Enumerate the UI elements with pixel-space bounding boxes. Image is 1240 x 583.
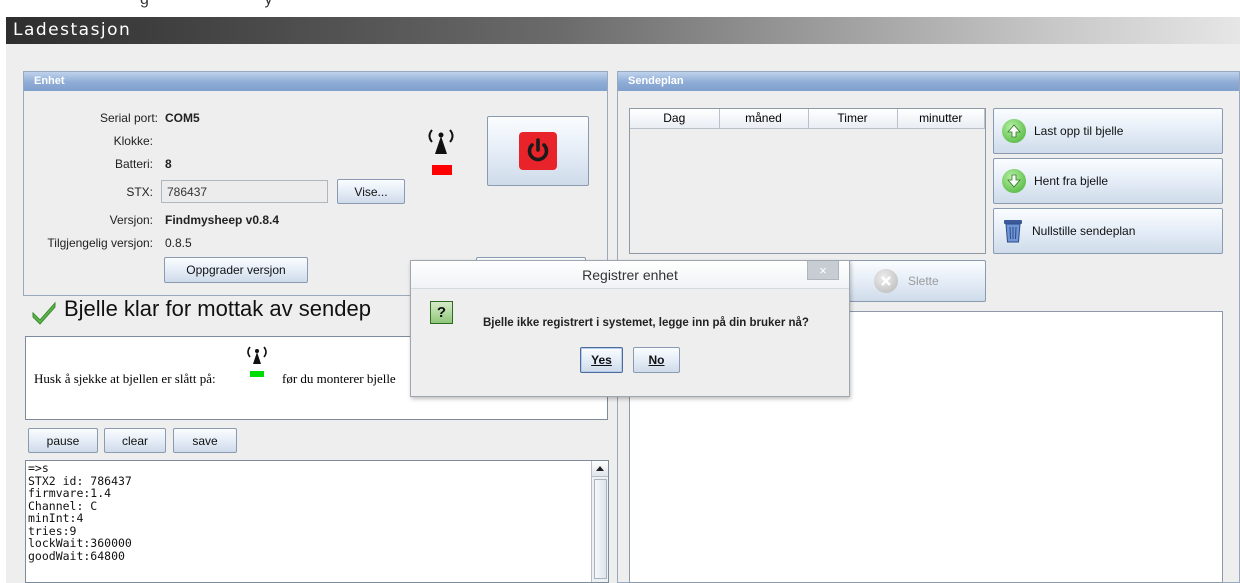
antenna-green-icon [244,344,270,384]
clipped-header-text: g y [140,0,1240,14]
checkmark-icon [30,298,58,326]
dialog-title: Registrer enhet [411,261,849,289]
table-header-row: Dag måned Timer minutter [630,109,985,129]
klokke-label: Klokke: [113,134,153,148]
log-line: firmvare:1.4 [28,486,112,500]
stx-label: STX: [126,185,153,199]
yes-button[interactable]: Yes [580,347,623,373]
upload-to-bell-button[interactable]: Last opp til bjelle [993,108,1223,154]
window-title: Ladestasjon [13,20,132,40]
arrow-down-icon [1002,169,1026,193]
fetch-from-bell-button[interactable]: Hent fra bjelle [993,158,1223,204]
hint-text-after: før du monterer bjelle [282,371,396,386]
reset-schedule-button[interactable]: Nullstille sendeplan [993,208,1223,254]
status-message: Bjelle klar for mottak av sendep [64,296,371,321]
serial-port-value: COM5 [165,111,200,125]
power-button[interactable] [487,116,589,186]
sendeplan-table[interactable]: Dag måned Timer minutter [629,108,986,254]
log-area[interactable]: =>s STX2 id: 786437 firmvare:1.4 Channel… [25,460,609,583]
delete-button[interactable]: Slette [849,260,986,302]
tilgjengelig-value: 0.8.5 [165,236,192,250]
log-line: goodWait:64800 [28,548,125,563]
hint-text-before: Husk å sjekke at bjellen er slått på: [34,371,216,386]
pause-button[interactable]: pause [28,428,98,453]
log-lines: =>s STX2 id: 786437 firmvare:1.4 Channel… [28,462,132,562]
column-header-minutter[interactable]: minutter [897,109,985,129]
vise-button[interactable]: Vise... [337,179,405,204]
upgrade-version-button[interactable]: Oppgrader versjon [164,257,308,283]
batteri-value: 8 [165,157,172,171]
log-line: minInt:4 [28,511,84,525]
antenna-red-indicator [432,164,452,175]
fetch-from-bell-label: Hent fra bjelle [1034,174,1109,188]
log-line: =>s [28,461,49,475]
enhet-panel-header: Enhet [24,72,607,91]
reset-schedule-label: Nullstille sendeplan [1032,224,1136,238]
serial-port-label: Serial port: [99,111,158,125]
scroll-up-arrow-icon[interactable] [592,461,608,477]
power-icon [519,132,557,170]
scroll-thumb[interactable] [594,479,607,579]
sendeplan-table-grid: Dag måned Timer minutter [630,109,985,129]
no-button[interactable]: No [633,347,680,373]
stx-field[interactable]: 786437 [161,180,328,203]
clear-button[interactable]: clear [104,428,166,453]
column-header-timer[interactable]: Timer [808,109,898,129]
column-header-dag[interactable]: Dag [630,109,720,129]
question-icon: ? [430,301,453,324]
delete-x-icon [874,269,898,293]
upload-to-bell-label: Last opp til bjelle [1034,124,1124,138]
log-scrollbar[interactable] [591,461,608,582]
trash-icon [1002,218,1024,244]
sendeplan-panel-header: Sendeplan [618,72,1239,91]
dialog-message: Bjelle ikke registrert i systemet, legge… [483,317,809,329]
batteri-label: Batteri: [114,157,153,171]
arrow-up-icon [1002,119,1026,143]
log-line: lockWait:360000 [28,536,132,550]
dialog-close-button[interactable]: × [807,261,839,280]
versjon-value: Findmysheep v0.8.4 [165,213,280,227]
register-device-dialog: Registrer enhet × ? Bjelle ikke registre… [410,260,850,397]
close-icon: × [819,262,827,278]
versjon-label: Versjon: [109,213,153,227]
tilgjengelig-label: Tilgjengelig versjon: [47,236,153,250]
column-header-maned[interactable]: måned [719,109,809,129]
save-button[interactable]: save [173,428,237,453]
window-title-bar: Ladestasjon [6,17,1240,44]
delete-label: Slette [908,274,939,288]
